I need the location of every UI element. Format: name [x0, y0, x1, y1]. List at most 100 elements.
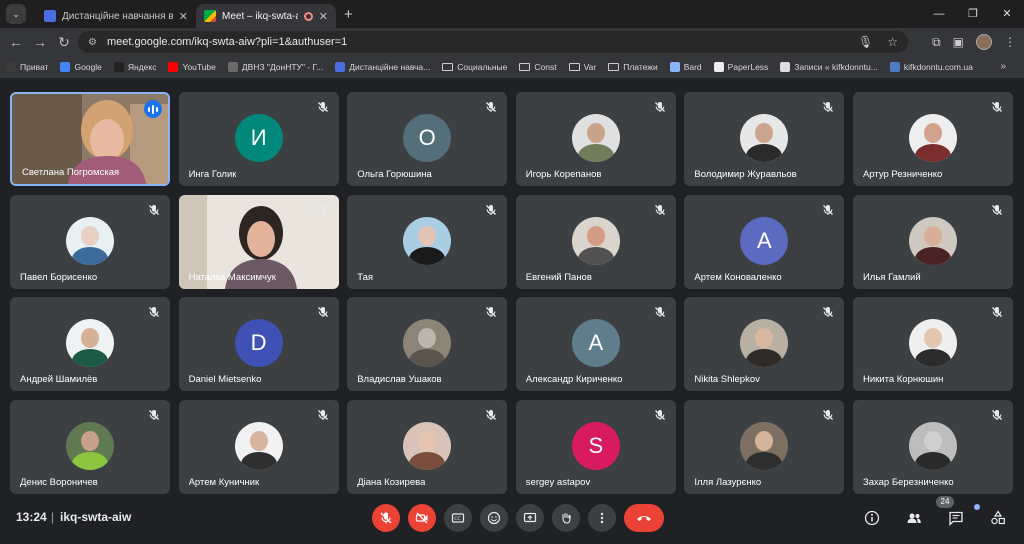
url-text[interactable]: meet.google.com/ikq-swta-aiw?pli=1&authu… [107, 36, 844, 48]
bookmark-item[interactable]: PaperLess [713, 62, 768, 72]
participant-tile[interactable]: И Инга Голик [178, 92, 339, 186]
participant-name: Александр Кириченко [525, 374, 623, 386]
bookmark-item[interactable]: kifkdonntu.com.ua [889, 62, 973, 72]
activities-button[interactable] [984, 504, 1012, 532]
bookmark-item[interactable]: ДВНЗ "ДонНТУ" - Г... [227, 62, 323, 72]
participant-tile[interactable]: Наталка Максимчук [178, 194, 339, 289]
moodle-favicon-icon [44, 10, 56, 22]
participant-tile[interactable]: Захар Березниченко [852, 399, 1013, 494]
participant-tile[interactable]: Ілля Лазурєнко [684, 399, 845, 494]
participant-avatar [403, 319, 452, 368]
participant-name: Андрей Шамилёв [20, 374, 98, 386]
participant-tile[interactable]: Игорь Корепанов [515, 92, 676, 186]
bookmark-label: Google [74, 62, 102, 72]
profile-avatar[interactable] [976, 34, 992, 50]
new-tab-button[interactable]: + [344, 6, 353, 23]
close-icon[interactable]: ✕ [179, 10, 188, 23]
participant-tile[interactable]: Никита Корнюшин [852, 297, 1013, 392]
bookmark-favicon-icon [6, 62, 16, 72]
tab-distance-learning[interactable]: Дистанційне навчання в ВСП ✕ [36, 4, 196, 28]
mic-muted-icon [147, 408, 161, 422]
people-button[interactable] [900, 504, 928, 532]
bookmark-item[interactable]: Const [519, 62, 557, 72]
reactions-button[interactable] [480, 504, 508, 532]
bookmark-item[interactable]: Записи « kifkdonntu... [780, 62, 878, 72]
participant-tile[interactable]: Володимир Журавльов [684, 92, 845, 186]
participant-tile[interactable]: Артур Резниченко [852, 92, 1013, 186]
bookmark-item[interactable]: Bard [669, 62, 702, 72]
bookmark-item[interactable]: Яндекс [113, 62, 156, 72]
participant-tile[interactable]: D Daniel Mietsenko [178, 297, 339, 392]
address-bar[interactable]: ⚙ meet.google.com/ikq-swta-aiw?pli=1&aut… [78, 31, 908, 53]
participant-avatar [740, 319, 789, 368]
bookmark-item[interactable]: Платежи [608, 62, 658, 72]
participant-tile[interactable]: Тая [347, 194, 508, 289]
participant-avatar [908, 319, 957, 368]
bookmark-item[interactable]: Дистанційне навча... [335, 62, 430, 72]
participant-tile[interactable]: Nikita Shlepkov [684, 297, 845, 392]
participant-tile[interactable]: Діана Козирева [347, 399, 508, 494]
tab-meet[interactable]: Meet – ikq-swta-aiw ✕ [196, 4, 336, 28]
forward-arrow-icon[interactable]: → [28, 34, 52, 50]
leave-call-button[interactable] [624, 504, 664, 532]
bookmark-item[interactable]: Социальные [442, 62, 507, 72]
tab-search-button[interactable]: ⌄ [6, 4, 26, 24]
close-icon[interactable]: ✕ [319, 10, 328, 23]
participant-tile[interactable]: Андрей Шамилёв [10, 297, 170, 392]
mic-muted-icon [316, 408, 330, 422]
captions-button[interactable]: CC [444, 504, 472, 532]
extensions-icon[interactable]: ⧉ [932, 35, 941, 50]
minimize-button[interactable]: — [922, 0, 956, 28]
participant-name: Наталка Максимчук [188, 271, 276, 283]
info-icon [864, 510, 880, 526]
raise-hand-button[interactable] [552, 504, 580, 532]
bookmark-star-icon[interactable]: ☆ [887, 35, 898, 49]
participant-tile[interactable]: Евгений Панов [515, 194, 676, 289]
bookmarks-bar: Приват Google Яндекс YouTube ДВНЗ "ДонНТУ" -… [0, 56, 1024, 78]
close-window-button[interactable]: ✕ [990, 0, 1024, 28]
back-arrow-icon[interactable]: ← [4, 34, 28, 50]
participant-avatar [403, 216, 452, 265]
bookmark-favicon-icon [168, 62, 179, 72]
side-panel-icon[interactable]: ▣ [953, 35, 964, 49]
bookmark-item[interactable]: Google [60, 62, 102, 72]
bookmark-favicon-icon [227, 62, 238, 72]
participant-tile[interactable]: А Александр Кириченко [515, 297, 676, 392]
participant-name: Захар Березниченко [862, 476, 954, 488]
participant-tile[interactable]: Илья Гамлий [852, 194, 1013, 289]
reload-icon[interactable]: ↻ [52, 34, 76, 51]
participant-count-badge: 24 [936, 496, 954, 508]
participant-tile[interactable]: Ssergey astapov [515, 399, 676, 494]
bookmark-item[interactable]: Приват [6, 62, 48, 72]
meeting-info-button[interactable] [858, 504, 886, 532]
participant-avatar [908, 114, 957, 162]
participant-tile[interactable]: Артем Куничник [178, 399, 339, 494]
site-info-icon[interactable]: ⚙ [88, 37, 97, 48]
participant-tile[interactable]: Павел Борисенко [10, 194, 170, 289]
restore-button[interactable]: ❐ [956, 0, 990, 28]
bookmark-item[interactable]: Var [568, 62, 596, 72]
folder-icon [442, 63, 454, 71]
participant-tile[interactable]: О Ольга Горюшина [347, 92, 508, 186]
bookmark-item[interactable]: YouTube [168, 62, 216, 72]
mic-muted-icon [316, 100, 330, 114]
microphone-icon[interactable]: 🎙 [858, 35, 873, 49]
more-options-button[interactable] [588, 504, 616, 532]
participant-tile[interactable]: Денис Вороничев [10, 399, 170, 494]
microphone-toggle-button[interactable] [372, 504, 400, 532]
participant-tile[interactable]: Владислав Ушаков [347, 297, 508, 392]
camera-toggle-button[interactable] [408, 504, 436, 532]
folder-icon [608, 63, 620, 71]
tab-title: Дистанційне навчання в ВСП [62, 10, 173, 22]
present-screen-button[interactable] [516, 504, 544, 532]
folder-icon [568, 63, 580, 71]
participant-tile[interactable]: А Артем Коноваленко [684, 194, 845, 289]
menu-dots-icon[interactable]: ⋮ [1004, 35, 1016, 49]
chat-icon [949, 511, 963, 526]
chat-button[interactable] [942, 504, 970, 532]
bookmark-favicon-icon [713, 62, 724, 72]
mic-muted-icon [821, 203, 835, 217]
bookmark-label: Социальные [457, 62, 508, 72]
participant-tile[interactable]: Светлана Погромская [10, 92, 170, 186]
bookmarks-overflow-icon[interactable]: » [1000, 61, 1006, 72]
